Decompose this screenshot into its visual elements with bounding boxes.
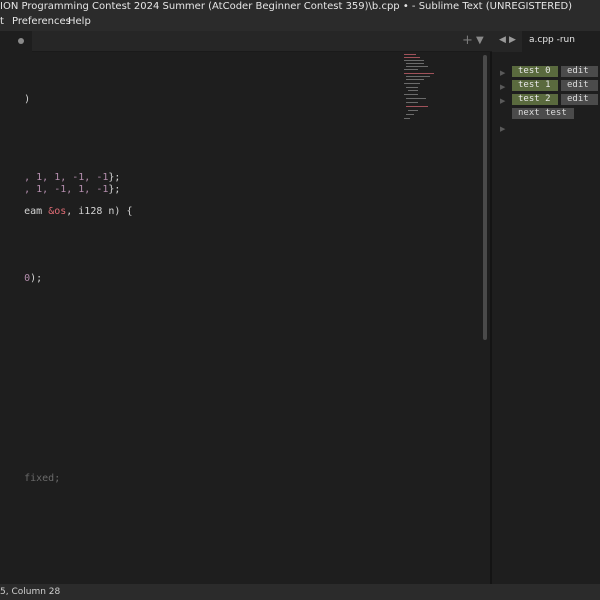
code-editor[interactable]: ) , 1, 1, -1, -1}; , 1, -1, 1, -1}; eam …	[0, 52, 490, 584]
test-1-edit-button[interactable]: edit	[561, 80, 598, 91]
test-2-edit-button[interactable]: edit	[561, 94, 598, 105]
tab-list-dropdown-icon[interactable]: ▼	[476, 35, 484, 46]
title-bar: ION Programming Contest 2024 Summer (AtC…	[0, 0, 600, 15]
code-token: &os	[48, 206, 67, 217]
fold-arrow-icon[interactable]: ▶	[500, 97, 505, 105]
status-bar: 5, Column 28	[0, 584, 600, 600]
code-token: , i128 n) {	[66, 206, 133, 217]
code-token: );	[30, 273, 43, 284]
code-line: fixed;	[0, 462, 60, 495]
code-line: )	[0, 83, 30, 116]
test-0-button[interactable]: test 0	[512, 66, 558, 77]
code-line: eam &os, i128 n) {	[0, 195, 132, 228]
back-arrow-icon[interactable]: ◀	[499, 35, 506, 45]
forward-arrow-icon[interactable]: ▶	[509, 35, 516, 45]
menu-item-project[interactable]: t	[0, 16, 4, 27]
menu-item-preferences[interactable]: Preferences	[12, 16, 71, 27]
fold-arrow-icon[interactable]: ▶	[500, 83, 505, 91]
tab-a-cpp-run-label: a.cpp -run	[529, 35, 575, 45]
code-token: )	[24, 94, 31, 105]
code-token: fixed;	[24, 473, 61, 484]
test-1-button[interactable]: test 1	[512, 80, 558, 91]
tab-b-cpp[interactable]	[0, 31, 32, 52]
new-tab-icon[interactable]: +	[462, 33, 473, 48]
code-token: , 1, -1, 1, -1	[24, 184, 109, 195]
next-test-button[interactable]: next test	[512, 108, 574, 119]
test-2-button[interactable]: test 2	[512, 94, 558, 105]
menu-item-help[interactable]: Help	[68, 16, 91, 27]
menu-bar: t Preferences Help	[0, 15, 600, 31]
editor-scrollbar[interactable]	[483, 55, 487, 340]
fold-arrow-icon[interactable]: ▶	[500, 69, 505, 77]
minimap[interactable]	[404, 52, 444, 122]
code-token: };	[108, 184, 121, 195]
code-line: 0);	[0, 262, 42, 295]
test-0-edit-button[interactable]: edit	[561, 66, 598, 77]
test-runner-panel	[492, 52, 600, 584]
cursor-position[interactable]: 5, Column 28	[0, 587, 60, 597]
code-token: eam	[24, 206, 49, 217]
unsaved-dot-icon[interactable]	[18, 38, 24, 44]
window-title: ION Programming Contest 2024 Summer (AtC…	[0, 1, 573, 12]
fold-arrow-icon[interactable]: ▶	[500, 125, 505, 133]
